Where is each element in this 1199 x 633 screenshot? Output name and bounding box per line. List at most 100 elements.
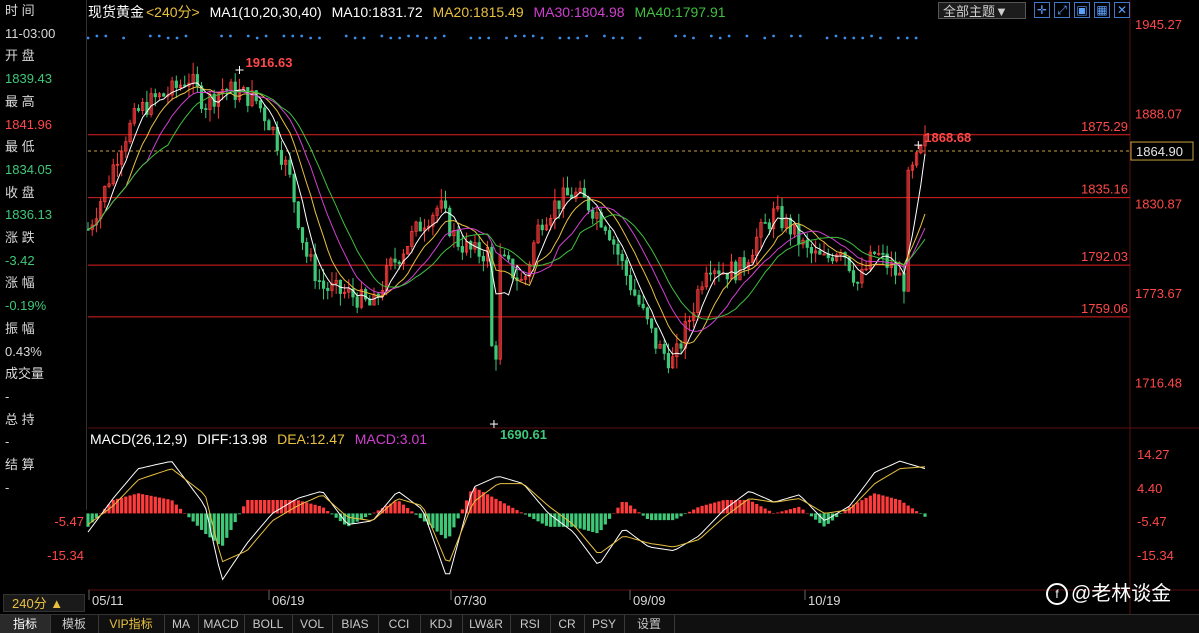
macd-bar xyxy=(237,513,242,515)
tab-3[interactable]: MA xyxy=(164,615,199,633)
macd-bar xyxy=(877,494,881,514)
macd-bar xyxy=(141,494,145,514)
tab-2[interactable]: VIP指标 xyxy=(98,615,165,633)
candle-body xyxy=(288,159,292,175)
signal-dot xyxy=(531,34,535,38)
macd-bar xyxy=(544,513,549,526)
macd-value: MACD:3.01 xyxy=(354,431,428,447)
signal-dot xyxy=(879,36,882,40)
level-label: 1792.03 xyxy=(1081,249,1128,264)
tab-10[interactable]: LW&R xyxy=(462,615,511,633)
macd-bar xyxy=(406,507,410,514)
macd-bar xyxy=(225,513,229,538)
candle-body xyxy=(397,261,401,264)
signal-dot xyxy=(442,34,446,38)
candle-body xyxy=(490,246,494,347)
candle-body xyxy=(502,254,506,257)
period-label[interactable]: <240分> xyxy=(146,4,200,20)
close-icon[interactable]: ✕ xyxy=(1114,2,1130,18)
macd-bar xyxy=(330,513,334,515)
signal-dot xyxy=(309,36,313,40)
macd-bar xyxy=(536,513,540,522)
macd-settings-label[interactable]: MACD(26,12,9) xyxy=(90,431,187,447)
signal-dot xyxy=(184,34,188,38)
macd-bar xyxy=(553,513,557,527)
period-selector[interactable]: 240分 ▲ xyxy=(3,594,85,612)
signal-dot xyxy=(416,34,419,38)
ma-settings-label[interactable]: MA1(10,20,30,40) xyxy=(210,4,322,20)
tab-14[interactable]: 设置 xyxy=(624,615,675,633)
tab-5[interactable]: BOLL xyxy=(244,615,293,633)
annotation-label: 1916.63 xyxy=(245,55,292,70)
macd-bar xyxy=(683,513,687,515)
signal-dot xyxy=(825,36,829,40)
candle-body xyxy=(582,187,586,198)
candle-body xyxy=(153,93,157,98)
crosshair-icon[interactable]: ✛ xyxy=(1034,2,1050,18)
info-label: 最 高 xyxy=(5,93,35,109)
candle-body xyxy=(809,247,814,254)
tab-1[interactable]: 模板 xyxy=(50,615,99,633)
candle-body xyxy=(258,100,263,109)
symbol-label[interactable]: 现货黄金 xyxy=(88,4,144,20)
tab-11[interactable]: RSI xyxy=(510,615,551,633)
candle-body xyxy=(296,201,300,229)
macd-bar xyxy=(586,513,591,531)
signal-dot xyxy=(104,34,108,38)
ma10-line xyxy=(87,82,926,355)
tab-13[interactable]: PSY xyxy=(584,615,625,633)
tab-4[interactable]: MACD xyxy=(198,615,245,633)
macd-bar xyxy=(309,503,313,514)
tab-0[interactable]: 指标 xyxy=(0,615,51,633)
logo-icon: f xyxy=(1046,583,1068,605)
ma40-value: MA40:1797.91 xyxy=(634,4,726,20)
ma10-value: MA10:1831.72 xyxy=(331,4,423,20)
signal-dot xyxy=(611,36,615,40)
tab-8[interactable]: CCI xyxy=(378,615,421,633)
macd-bar xyxy=(868,495,872,514)
signal-dot xyxy=(834,34,838,38)
macd-bar xyxy=(595,513,599,534)
macd-bar xyxy=(574,513,578,528)
macd-bar xyxy=(456,513,460,519)
chart-canvas: 1875.29 1835.16 1792.03 1759.06 1916.63 1690… xyxy=(47,0,1199,614)
candle-body xyxy=(204,108,208,110)
macd-bar xyxy=(439,513,443,535)
window-icon[interactable]: ▣ xyxy=(1074,2,1090,18)
signal-dot xyxy=(905,36,909,40)
macd-bar xyxy=(591,513,595,532)
info-value: 0.43% xyxy=(5,343,42,359)
macd-bar xyxy=(498,501,502,514)
macd-bar xyxy=(204,513,208,535)
tab-6[interactable]: VOL xyxy=(292,615,333,633)
signal-dot xyxy=(674,34,678,38)
tab-7[interactable]: BIAS xyxy=(332,615,379,633)
macd-bar xyxy=(666,513,671,521)
signal-dot xyxy=(362,36,366,40)
macd-bar xyxy=(258,499,263,514)
price-tick: 1716.48 xyxy=(1135,376,1182,391)
grid-icon[interactable]: ▦ xyxy=(1094,2,1110,18)
info-label: 结 算 xyxy=(5,457,35,473)
macd-bar xyxy=(771,513,776,514)
watermark-text: @老林谈金 xyxy=(1071,583,1172,605)
macd-bar xyxy=(153,496,157,514)
macd-bar xyxy=(662,513,666,521)
theme-dropdown[interactable]: 全部主题▼ xyxy=(938,2,1026,19)
macd-bar xyxy=(334,513,338,518)
macd-bar xyxy=(679,513,683,517)
candle-body xyxy=(654,327,658,349)
tab-9[interactable]: KDJ xyxy=(420,615,463,633)
signal-dot xyxy=(157,34,161,38)
level-label: 1759.06 xyxy=(1081,301,1128,316)
signal-dot xyxy=(246,34,250,38)
signal-dot xyxy=(469,36,473,40)
macd-bar xyxy=(414,513,418,515)
signal-dot xyxy=(433,36,437,40)
candle-body xyxy=(456,230,460,247)
tab-12[interactable]: CR xyxy=(550,615,585,633)
macd-bar xyxy=(692,509,696,514)
macd-bar xyxy=(658,513,662,521)
macd-bar xyxy=(187,513,191,518)
expand-icon[interactable]: ⤢ xyxy=(1054,2,1070,18)
